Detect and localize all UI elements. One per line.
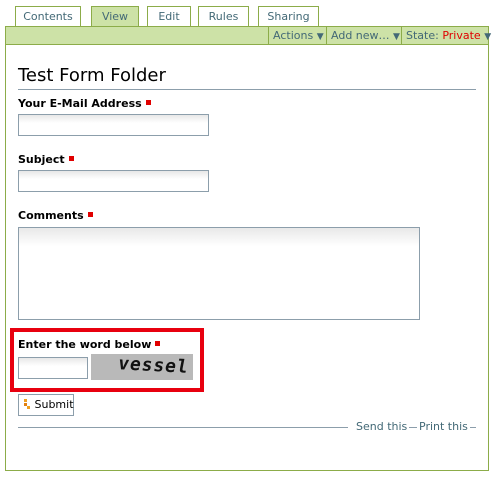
comments-label-text: Comments [18,209,84,222]
chevron-down-icon: ▼ [316,32,324,42]
state-value: Private [442,29,481,42]
print-this-link[interactable]: Print this [417,420,470,433]
captcha-label: Enter the word below [18,338,161,351]
subject-label-text: Subject [18,153,65,166]
add-new-menu-label: Add new… [331,29,390,42]
actions-menu-label: Actions [273,29,314,42]
content-actions-bar: Actions ▼ Add new… ▼ State: Private ▼ [6,27,492,45]
submit-label: Submit [34,398,74,411]
subject-label: Subject [18,153,74,166]
email-label-text: Your E-Mail Address [18,97,142,110]
add-new-menu[interactable]: Add new… ▼ [326,27,401,45]
content-panel: Actions ▼ Add new… ▼ State: Private ▼ Te… [5,26,492,471]
chevron-down-icon: ▼ [484,32,492,42]
state-prefix: State: [406,29,439,42]
tab-sharing-label: Sharing [267,10,310,23]
tab-view-label: View [101,10,129,23]
tab-view[interactable]: View [91,6,139,27]
submit-button[interactable]: Submit [18,394,74,416]
comments-label: Comments [18,209,93,222]
tab-contents-label: Contents [23,10,73,23]
tab-contents[interactable]: Contents [15,6,81,27]
divider [18,427,348,428]
tab-edit-label: Edit [158,10,180,23]
tab-edit[interactable]: Edit [147,6,191,27]
subject-field[interactable] [18,170,209,192]
captcha-image: vessel [91,354,193,380]
captcha-word: vessel [116,354,191,378]
required-marker-icon [145,99,151,105]
state-menu[interactable]: State: Private ▼ [401,27,492,45]
chevron-down-icon: ▼ [393,32,400,42]
email-label: Your E-Mail Address [18,97,151,110]
tab-rules[interactable]: Rules [198,6,249,27]
comments-textarea[interactable] [18,227,420,320]
required-marker-icon [155,340,161,346]
captcha-input[interactable] [18,357,88,379]
tab-sharing[interactable]: Sharing [258,6,319,27]
actions-menu[interactable]: Actions ▼ [268,27,326,45]
send-this-link[interactable]: Send this [354,420,410,433]
submit-icon [23,396,31,409]
tab-rules-label: Rules [208,10,239,23]
page-title: Test Form Folder [18,65,476,90]
captcha-label-text: Enter the word below [18,338,152,351]
required-marker-icon [87,211,93,217]
required-marker-icon [68,155,74,161]
email-field[interactable] [18,114,209,136]
